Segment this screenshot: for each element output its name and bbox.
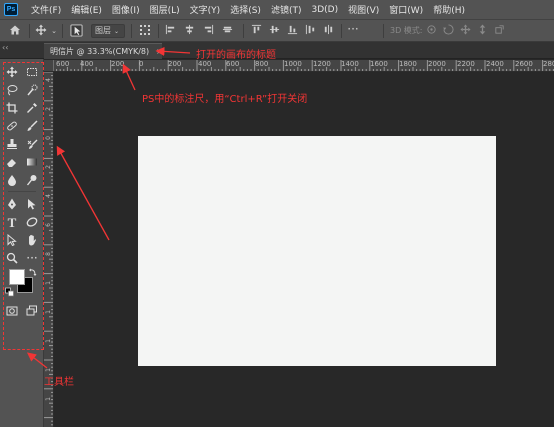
vruler-label: 4 [45, 78, 52, 82]
menu-view[interactable]: 视图(V) [343, 3, 384, 16]
hruler-label: 600 [56, 60, 70, 68]
vruler-label: 4 [45, 194, 52, 198]
align-middle-icon[interactable] [221, 24, 233, 38]
menu-image[interactable]: 图像(I) [107, 3, 145, 16]
close-icon[interactable]: × [156, 47, 163, 56]
options-bar: ⌄ 图层 ⌄ ··· 3D 模式: [0, 19, 554, 42]
hruler-label: 1000 [284, 60, 302, 68]
align-right-icon[interactable] [202, 24, 214, 38]
distribute-vcenter-icon[interactable] [268, 24, 280, 38]
hruler-label: 2600 [515, 60, 533, 68]
3d-slide-icon [476, 24, 488, 38]
menu-help[interactable]: 帮助(H) [428, 3, 470, 16]
chevron-down-icon: ⌄ [114, 28, 120, 35]
document-tab-title: 明信片 @ 33.3%(CMYK/8) [50, 47, 150, 56]
home-icon[interactable] [8, 24, 22, 38]
distribute-bottom-icon[interactable] [286, 24, 298, 38]
toolbar-highlight-box [3, 62, 44, 350]
transform-controls-icon[interactable] [138, 24, 152, 38]
menu-layer[interactable]: 图层(L) [145, 3, 185, 16]
distribute-left-icon[interactable] [304, 24, 316, 38]
horizontal-ruler[interactable]: 600 400 200 0 200 400 600 800 1000 1200 … [53, 60, 554, 72]
document-tab-bar: ‹‹ 明信片 @ 33.3%(CMYK/8) × [0, 42, 554, 59]
vruler-label: 1 [45, 339, 52, 343]
hruler-label: 200 [168, 60, 182, 68]
move-tool-icon[interactable] [34, 24, 48, 38]
document-tab[interactable]: 明信片 @ 33.3%(CMYK/8) × [44, 43, 163, 59]
document-canvas[interactable] [138, 136, 496, 366]
hruler-label: 600 [226, 60, 240, 68]
distribute-top-icon[interactable] [250, 24, 262, 38]
auto-select-target-select[interactable]: 图层 ⌄ [91, 24, 125, 38]
horizontal-ruler-ticks [53, 60, 554, 71]
menu-window[interactable]: 窗口(W) [384, 3, 428, 16]
vruler-label: 6 [45, 223, 52, 227]
hruler-label: 2800 [543, 60, 554, 68]
menu-select[interactable]: 选择(S) [225, 3, 266, 16]
hruler-label: 2200 [457, 60, 475, 68]
hruler-label: 1200 [313, 60, 331, 68]
3d-roll-icon [442, 24, 454, 38]
hruler-label: 1400 [341, 60, 359, 68]
chevron-down-icon[interactable]: ⌄ [50, 24, 58, 38]
ruler-arrow-left [56, 145, 110, 241]
hruler-label: 200 [111, 60, 125, 68]
hruler-label: 800 [255, 60, 269, 68]
menu-bar: Ps 文件(F) 编辑(E) 图像(I) 图层(L) 文字(Y) 选择(S) 滤… [0, 0, 554, 19]
vruler-label: 1 [45, 368, 52, 372]
align-left-icon[interactable] [164, 24, 176, 38]
3d-orbit-icon [425, 24, 437, 38]
vruler-label: 1 [45, 281, 52, 285]
vruler-label: 2 [45, 107, 52, 111]
distribute-hcenter-icon[interactable] [322, 24, 334, 38]
menu-file[interactable]: 文件(F) [26, 3, 66, 16]
hruler-label: 2400 [486, 60, 504, 68]
menu-filter[interactable]: 滤镜(T) [266, 3, 307, 16]
vruler-label: 1 [45, 397, 52, 401]
vruler-label: 1 [45, 310, 52, 314]
auto-select-icon[interactable] [68, 24, 84, 38]
align-center-icon[interactable] [183, 24, 195, 38]
auto-select-target-value: 图层 [95, 26, 111, 35]
3d-mode-label: 3D 模式: [390, 26, 423, 35]
hruler-label: 400 [80, 60, 94, 68]
menu-3d[interactable]: 3D(D) [306, 5, 343, 15]
vruler-label: 8 [45, 252, 52, 256]
ruler-annotation: PS中的标注尺，用“Ctrl+R”打开关闭 [142, 94, 308, 105]
hruler-label: 400 [198, 60, 212, 68]
more-options-icon[interactable]: ··· [346, 23, 360, 38]
hruler-label: 1600 [370, 60, 388, 68]
hruler-label: 0 [139, 60, 144, 68]
collapse-panel-icon[interactable]: ‹‹ [2, 43, 8, 52]
photoshop-logo: Ps [4, 3, 18, 16]
menu-edit[interactable]: 编辑(E) [66, 3, 107, 16]
3d-scale-icon [493, 24, 505, 38]
hruler-label: 2000 [428, 60, 446, 68]
3d-pan-icon [459, 24, 471, 38]
vruler-label: 2 [45, 165, 52, 169]
foreground-color-swatch[interactable] [9, 269, 25, 285]
title-annotation: 打开的画布的标题 [196, 50, 276, 61]
toolbar-annotation: 工具栏 [44, 377, 74, 388]
vruler-label: 0 [45, 136, 52, 140]
menu-type[interactable]: 文字(Y) [185, 3, 226, 16]
hruler-label: 1800 [399, 60, 417, 68]
